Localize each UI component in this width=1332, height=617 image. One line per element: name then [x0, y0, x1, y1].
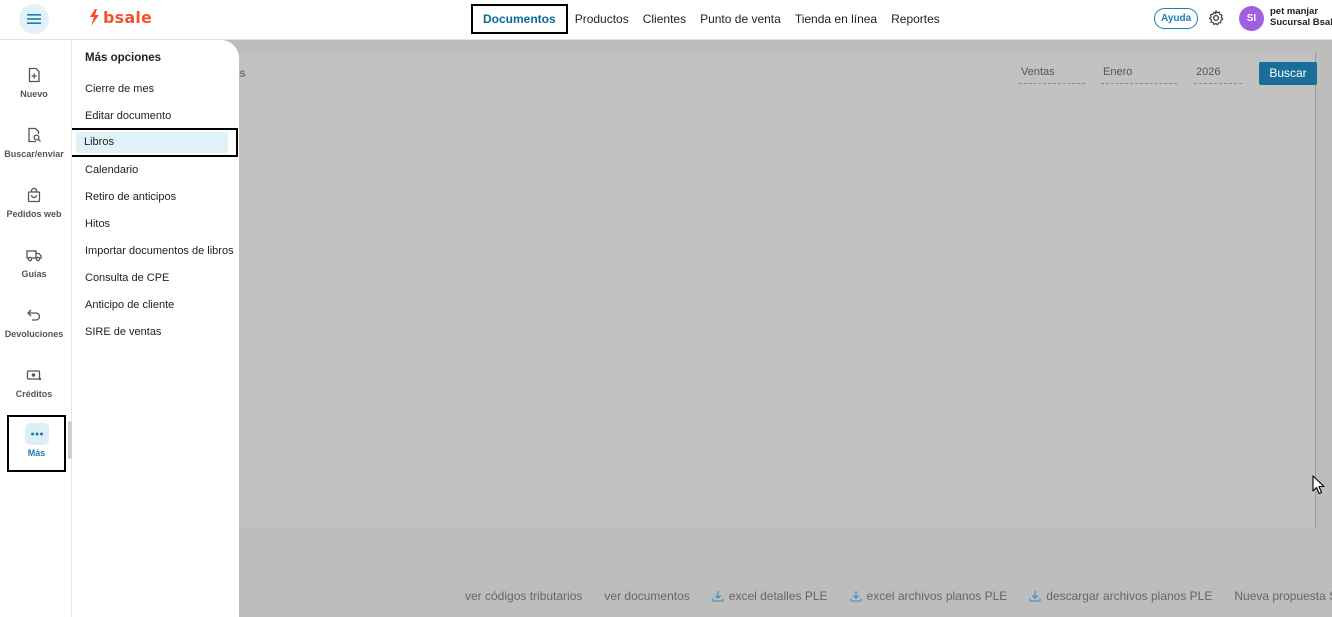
- bsale-flame-icon: [90, 9, 99, 26]
- sidebar-item-creditos[interactable]: Créditos: [0, 364, 68, 418]
- link-excel-archivos-planos-ple[interactable]: excel archivos planos PLE: [849, 589, 1008, 603]
- nav-productos[interactable]: Productos: [568, 4, 636, 34]
- menu-item-sire-de-ventas[interactable]: SIRE de ventas: [85, 322, 235, 342]
- menu-item-calendario[interactable]: Calendario: [85, 160, 235, 180]
- nav-reportes[interactable]: Reportes: [884, 4, 947, 34]
- footer-links: ver códigos tributarios ver documentos e…: [465, 589, 1332, 603]
- bsale-logo[interactable]: bsale: [88, 8, 152, 27]
- file-plus-icon: [22, 64, 46, 86]
- menu-item-libros[interactable]: Libros: [70, 128, 238, 157]
- hamburger-icon: [27, 14, 41, 24]
- shopping-bag-icon: [22, 184, 46, 206]
- left-sidebar: Nuevo Buscar/enviar Pedidos web Guías De…: [0, 40, 72, 617]
- page-title: s: [239, 66, 246, 80]
- gear-icon[interactable]: [1207, 9, 1225, 27]
- user-avatar[interactable]: SI: [1239, 6, 1264, 31]
- sidebar-item-devoluciones[interactable]: Devoluciones: [0, 304, 68, 358]
- top-bar: bsale Documentos Productos Clientes Punt…: [0, 0, 1332, 40]
- sidebar-item-pedidos-web[interactable]: Pedidos web: [0, 184, 68, 238]
- menu-item-editar-documento[interactable]: Editar documento: [85, 106, 235, 126]
- link-label: ver códigos tributarios: [465, 589, 583, 603]
- sidebar-label: Nuevo: [20, 89, 48, 99]
- menu-item-consulta-de-cpe[interactable]: Consulta de CPE: [85, 268, 235, 288]
- download-icon: [712, 591, 724, 602]
- user-name: pet manjar: [1270, 6, 1319, 17]
- panel-title: Más opciones: [85, 52, 162, 64]
- link-nueva-propuesta-sire[interactable]: Nueva propuesta SIRE: [1234, 589, 1332, 603]
- download-icon: [1029, 591, 1041, 602]
- link-label: Nueva propuesta SIRE: [1234, 589, 1332, 603]
- main-navigation: Documentos Productos Clientes Punto de v…: [471, 4, 947, 34]
- link-ver-codigos-tributarios[interactable]: ver códigos tributarios: [465, 589, 582, 603]
- sidebar-label: Pedidos web: [6, 209, 62, 219]
- file-search-icon: [22, 124, 46, 146]
- menu-hamburger-button[interactable]: [19, 4, 49, 34]
- brand-name: bsale: [103, 8, 153, 27]
- link-excel-detalles-ple[interactable]: excel detalles PLE: [712, 589, 828, 603]
- more-dots-icon: [24, 423, 49, 445]
- link-label: excel detalles PLE: [728, 589, 828, 603]
- truck-icon: [22, 244, 46, 266]
- sidebar-item-buscar-enviar[interactable]: Buscar/enviar: [0, 124, 68, 178]
- link-label: excel archivos planos PLE: [866, 589, 1008, 603]
- sidebar-label: Guías: [21, 269, 47, 279]
- menu-item-label: Libros: [76, 132, 228, 153]
- link-label: ver documentos: [604, 589, 690, 603]
- search-button[interactable]: Buscar: [1259, 62, 1317, 85]
- menu-item-anticipo-de-cliente[interactable]: Anticipo de cliente: [85, 295, 235, 315]
- menu-item-cierre-de-mes[interactable]: Cierre de mes: [85, 79, 235, 99]
- year-select[interactable]: 2026: [1194, 66, 1242, 84]
- download-icon: [849, 591, 862, 602]
- nav-punto-de-venta[interactable]: Punto de venta: [693, 4, 788, 34]
- link-label: descargar archivos planos PLE: [1046, 589, 1213, 603]
- link-ver-documentos[interactable]: ver documentos: [604, 589, 689, 603]
- user-info[interactable]: pet manjar Sucursal Bsal.: [1270, 6, 1332, 28]
- mouse-cursor-icon: [1312, 475, 1325, 495]
- sidebar-item-guias[interactable]: Guías: [0, 244, 68, 298]
- month-select[interactable]: Enero: [1101, 66, 1177, 84]
- return-arrow-icon: [22, 304, 46, 326]
- type-select[interactable]: Ventas: [1019, 66, 1085, 84]
- menu-item-hitos[interactable]: Hitos: [85, 214, 235, 234]
- help-button[interactable]: Ayuda: [1154, 8, 1199, 29]
- link-descargar-archivos-planos-ple[interactable]: descargar archivos planos PLE: [1029, 589, 1212, 603]
- sidebar-label: Más: [27, 448, 46, 458]
- sidebar-label: Buscar/enviar: [4, 149, 64, 159]
- sidebar-item-nuevo[interactable]: Nuevo: [0, 64, 68, 118]
- nav-clientes[interactable]: Clientes: [636, 4, 693, 34]
- more-options-panel: Más opciones Cierre de mes Editar docume…: [70, 40, 239, 617]
- sidebar-resize-handle[interactable]: [68, 421, 72, 459]
- money-icon: [22, 364, 46, 386]
- nav-documentos[interactable]: Documentos: [471, 4, 568, 34]
- user-branch: Sucursal Bsal.: [1270, 17, 1332, 28]
- nav-tienda-en-linea[interactable]: Tienda en línea: [788, 4, 884, 34]
- sidebar-label: Créditos: [15, 389, 53, 399]
- menu-item-importar-documentos-de-libros[interactable]: Importar documentos de libros: [85, 241, 235, 261]
- menu-item-retiro-de-anticipos[interactable]: Retiro de anticipos: [85, 187, 235, 207]
- sidebar-label: Devoluciones: [4, 329, 64, 339]
- sidebar-item-mas[interactable]: Más: [7, 415, 66, 472]
- libros-content-card: [239, 53, 1316, 528]
